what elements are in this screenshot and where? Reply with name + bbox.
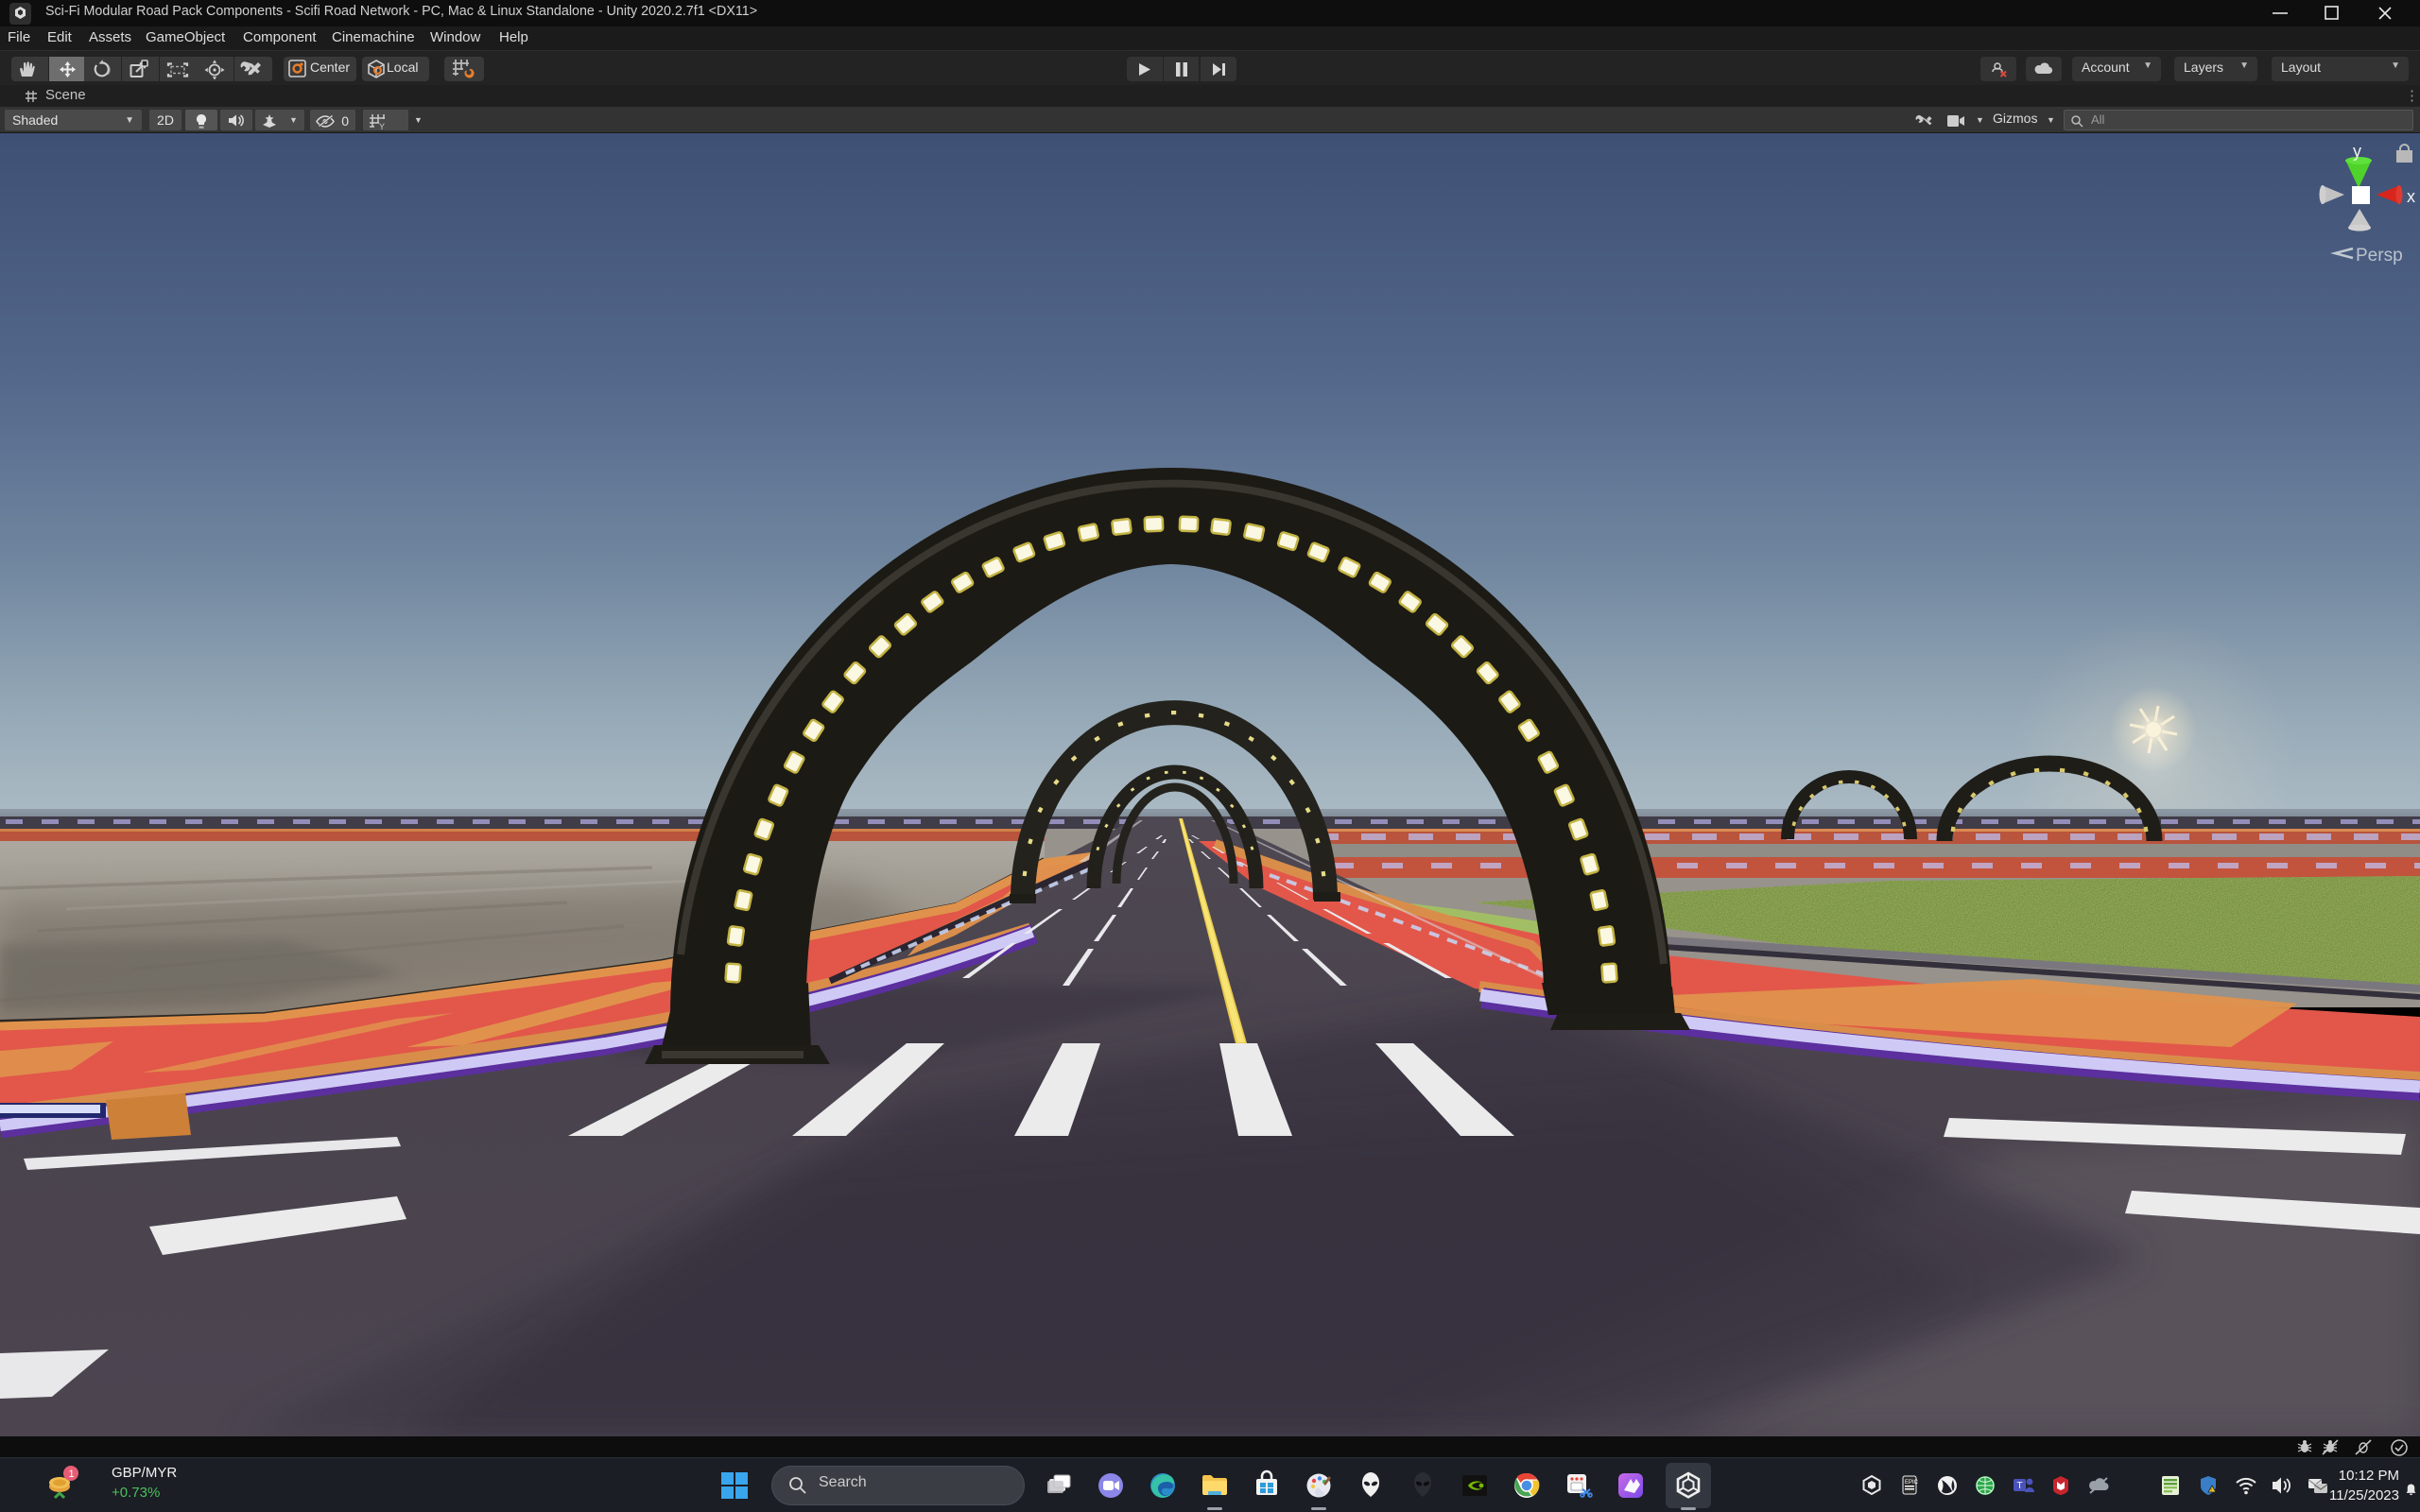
svg-text:T: T <box>2017 1481 2023 1491</box>
svg-text:x: x <box>2407 187 2415 206</box>
svg-text:Persp: Persp <box>2356 246 2403 266</box>
svg-text:Y: Y <box>379 122 385 130</box>
svg-text:y: y <box>2353 142 2361 161</box>
svg-text:EPIC: EPIC <box>1905 1480 1919 1486</box>
svg-text:!: ! <box>2210 1488 2211 1494</box>
svg-text:1: 1 <box>69 1469 75 1480</box>
